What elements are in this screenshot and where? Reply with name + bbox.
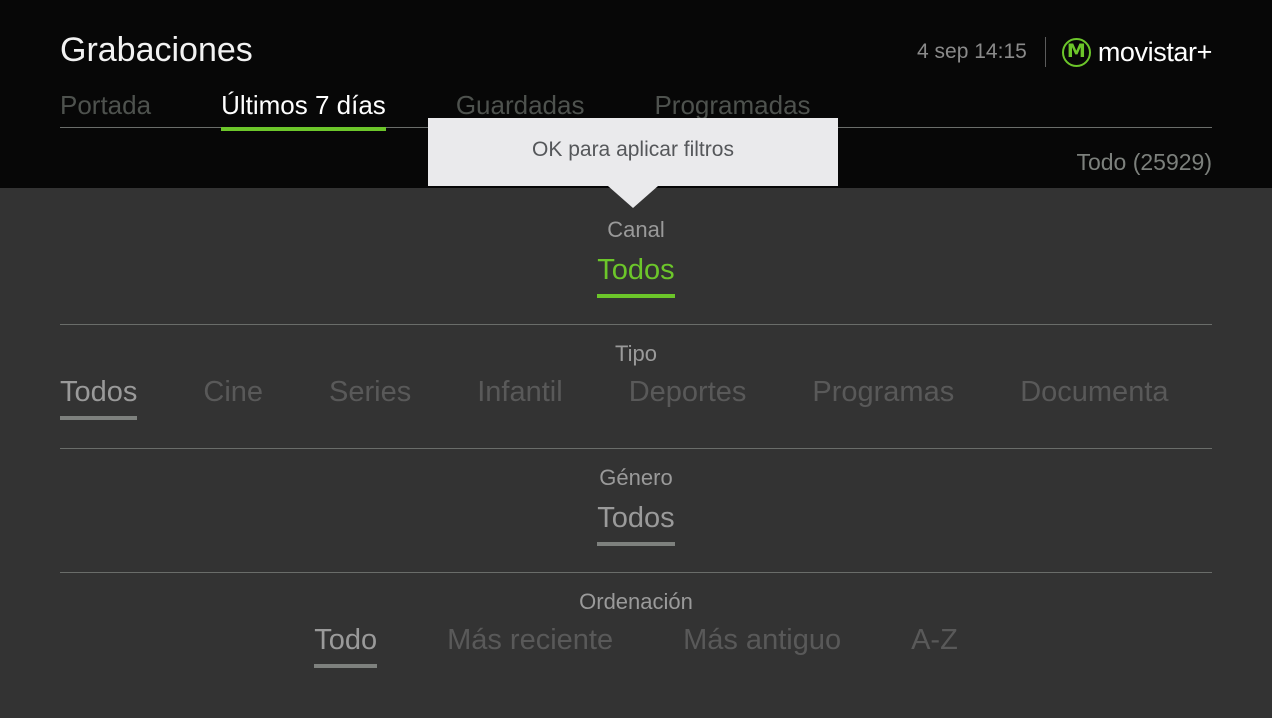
- filter-option-underline: [314, 664, 378, 668]
- filter-option-label: Cine: [203, 376, 264, 408]
- movistar-m-icon: M: [1061, 37, 1091, 67]
- filter-option-underline: [477, 416, 562, 420]
- filter-group-canal: Canal Todos: [0, 216, 1272, 298]
- filter-option-label: Todos: [597, 254, 675, 286]
- filter-options-canal: Todos: [0, 254, 1272, 298]
- tv-filter-screen: Grabaciones 4 sep 14:15 M movistar+ Port…: [0, 0, 1272, 718]
- filter-divider: [60, 324, 1212, 325]
- filter-panel: Canal Todos Tipo Todos Cine Series Infan…: [0, 188, 1272, 718]
- apply-filters-tooltip: OK para aplicar filtros: [428, 118, 838, 208]
- result-count-label: Todo (25929): [1076, 149, 1212, 175]
- filter-group-label: Tipo: [615, 341, 657, 366]
- filter-group-label: Género: [599, 465, 673, 490]
- tab-portada[interactable]: Portada: [60, 90, 151, 131]
- filter-option-genero-todos[interactable]: Todos: [597, 502, 675, 546]
- movistar-m-glyph: M: [1066, 39, 1086, 62]
- tab-underline: [60, 127, 151, 131]
- filter-option-tipo-cine[interactable]: Cine: [203, 376, 263, 420]
- tab-label: Portada: [60, 90, 152, 120]
- filter-option-label: Más reciente: [447, 624, 614, 656]
- filter-option-underline: [447, 664, 613, 668]
- filter-option-label: Deportes: [628, 376, 747, 408]
- filter-options-tipo: Todos Cine Series Infantil Deportes Prog…: [0, 376, 1272, 420]
- tooltip-arrow-icon: [608, 186, 658, 208]
- filter-option-underline: [329, 416, 411, 420]
- filter-group-label: Ordenación: [579, 589, 693, 614]
- filter-option-tipo-deportes[interactable]: Deportes: [629, 376, 747, 420]
- tooltip-text: OK para aplicar filtros: [532, 138, 734, 161]
- tab-ultimos-7-dias[interactable]: Últimos 7 días: [221, 90, 386, 131]
- filter-option-tipo-infantil[interactable]: Infantil: [477, 376, 562, 420]
- filter-option-orden-mas-reciente[interactable]: Más reciente: [447, 624, 613, 668]
- filter-option-tipo-documentales[interactable]: Documenta: [1020, 376, 1168, 420]
- filter-option-label: A-Z: [911, 624, 958, 656]
- filter-group-ordenacion: Ordenación Todo Más reciente Más antiguo…: [0, 588, 1272, 668]
- filter-option-orden-az[interactable]: A-Z: [911, 624, 958, 668]
- filter-option-underline: [1020, 416, 1168, 420]
- filter-option-underline: [812, 416, 954, 420]
- filter-option-label: Programas: [812, 376, 955, 408]
- filter-option-label: Series: [329, 376, 412, 408]
- filter-option-label: Documenta: [1020, 376, 1169, 408]
- filter-option-label: Más antiguo: [683, 624, 842, 656]
- filter-option-underline: [683, 664, 841, 668]
- filter-option-label: Todos: [60, 376, 138, 408]
- tab-label: Programadas: [654, 90, 811, 120]
- header-status-cluster: 4 sep 14:15 M movistar+: [917, 34, 1212, 70]
- filter-option-orden-mas-antiguo[interactable]: Más antiguo: [683, 624, 841, 668]
- filter-option-canal-todos[interactable]: Todos: [597, 254, 675, 298]
- filter-group-tipo: Tipo Todos Cine Series Infantil Deportes…: [0, 340, 1272, 420]
- tab-label: Últimos 7 días: [221, 90, 386, 120]
- filter-option-underline: [597, 542, 675, 546]
- filter-divider: [60, 448, 1212, 449]
- filter-divider: [60, 572, 1212, 573]
- filter-option-tipo-programas[interactable]: Programas: [812, 376, 954, 420]
- filter-option-underline: [203, 416, 263, 420]
- filter-options-ordenacion: Todo Más reciente Más antiguo A-Z: [0, 624, 1272, 668]
- filter-option-underline: [629, 416, 747, 420]
- tab-label: Guardadas: [455, 90, 585, 120]
- filter-option-tipo-series[interactable]: Series: [329, 376, 411, 420]
- filter-option-orden-todo[interactable]: Todo: [314, 624, 378, 668]
- filter-option-tipo-todos[interactable]: Todos: [60, 376, 138, 420]
- filter-options-genero: Todos: [0, 502, 1272, 546]
- filter-group-label: Canal: [607, 217, 665, 242]
- filter-option-underline: [597, 294, 675, 298]
- tab-underline-active: [221, 127, 386, 131]
- filter-option-underline: [60, 416, 138, 420]
- clock-label: 4 sep 14:15: [917, 40, 1027, 63]
- filter-option-label: Infantil: [477, 376, 563, 408]
- page-title: Grabaciones: [60, 31, 253, 69]
- brand-logo: M movistar+: [1061, 37, 1213, 67]
- header-divider: [1044, 37, 1046, 67]
- filter-group-genero: Género Todos: [0, 464, 1272, 546]
- brand-name-label: movistar+: [1097, 37, 1213, 67]
- filter-option-underline: [911, 664, 958, 668]
- filter-option-label: Todos: [597, 502, 675, 534]
- filter-option-label: Todo: [314, 624, 378, 656]
